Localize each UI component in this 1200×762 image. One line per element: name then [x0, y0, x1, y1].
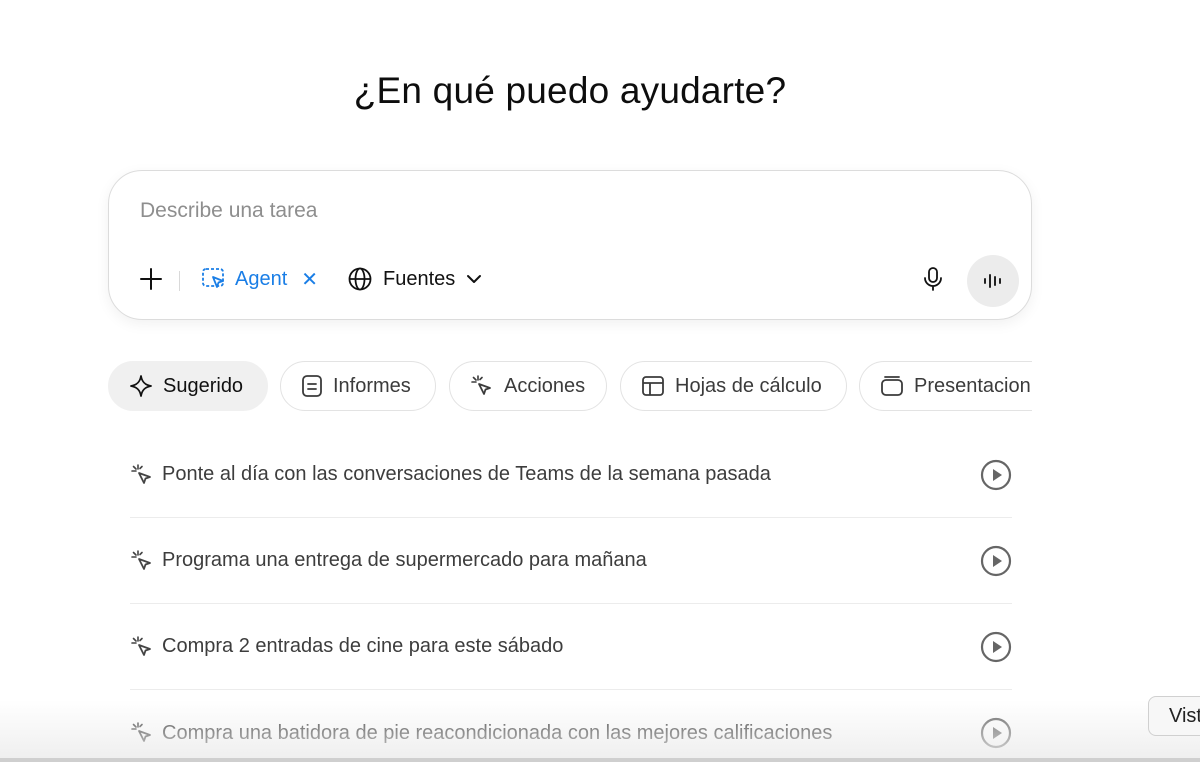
slides-icon — [881, 376, 903, 396]
suggestion-list: Ponte al día con las conversaciones de T… — [130, 432, 1012, 762]
corner-button[interactable]: Vist — [1148, 696, 1200, 736]
suggestion-text: Compra 2 entradas de cine para este sába… — [162, 635, 564, 657]
chip-label: Acciones — [504, 374, 586, 397]
agent-remove-button[interactable]: ✕ — [301, 267, 318, 292]
sources-dropdown[interactable]: Fuentes — [347, 265, 483, 293]
suggestion-text: Compra una batidora de pie reacondiciona… — [162, 721, 833, 744]
chip-label: Hojas de cálculo — [675, 374, 822, 397]
play-icon[interactable] — [980, 631, 1012, 663]
page-title: ¿En qué puedo ayudarte? — [353, 70, 787, 111]
chip-label: Sugerido — [163, 374, 244, 397]
document-icon — [302, 375, 322, 397]
chip-label: Informes — [333, 374, 411, 397]
suggestion-item[interactable]: Compra una batidora de pie reacondiciona… — [130, 690, 1012, 762]
chip-reports[interactable]: Informes — [280, 361, 436, 411]
spreadsheet-icon — [642, 376, 664, 396]
agent-cursor-icon — [130, 548, 156, 574]
bottom-border — [0, 758, 1200, 762]
agent-label: Agent — [235, 267, 288, 290]
suggestion-item[interactable]: Ponte al día con las conversaciones de T… — [130, 432, 1012, 518]
sources-label: Fuentes — [383, 267, 456, 290]
agent-cursor-icon — [130, 462, 156, 488]
chip-spreadsheets[interactable]: Hojas de cálculo — [620, 361, 847, 411]
agent-cursor-icon — [130, 720, 156, 746]
suggestion-text: Programa una entrega de supermercado par… — [162, 549, 647, 571]
play-icon[interactable] — [980, 545, 1012, 577]
prompt-composer: Describe una tarea Agent ✕ Fuentes — [108, 170, 1032, 320]
play-icon[interactable] — [980, 459, 1012, 491]
play-icon[interactable] — [980, 717, 1012, 749]
category-chips: Sugerido Informes Acciones Hojas de cálc… — [108, 361, 1032, 415]
chip-actions[interactable]: Acciones — [449, 361, 607, 411]
agent-mode-chip[interactable]: Agent ✕ — [201, 265, 318, 293]
suggestion-text: Ponte al día con las conversaciones de T… — [162, 463, 771, 485]
page: ¿En qué puedo ayudarte? Describe una tar… — [0, 0, 1200, 762]
agent-cursor-icon — [471, 375, 491, 395]
chip-presentations[interactable]: Presentacion — [859, 361, 1032, 411]
microphone-icon — [924, 267, 942, 291]
voice-waveform-icon — [984, 274, 1001, 288]
chip-suggested[interactable]: Sugerido — [108, 361, 268, 411]
suggestion-item[interactable]: Compra 2 entradas de cine para este sába… — [130, 604, 1012, 690]
chip-label: Presentacion — [914, 374, 1031, 397]
voice-mode-button[interactable] — [967, 255, 1019, 307]
agent-cursor-icon — [202, 268, 224, 288]
globe-icon — [348, 267, 372, 291]
suggestion-item[interactable]: Programa una entrega de supermercado par… — [130, 518, 1012, 604]
agent-cursor-icon — [130, 634, 156, 660]
add-attachment-button[interactable] — [137, 265, 165, 293]
microphone-button[interactable] — [919, 265, 947, 293]
toolbar-divider — [179, 271, 180, 291]
sparkle-icon — [130, 375, 152, 397]
plus-icon — [140, 268, 162, 290]
chevron-down-icon — [467, 275, 482, 283]
prompt-input[interactable]: Describe una tarea — [140, 199, 317, 223]
